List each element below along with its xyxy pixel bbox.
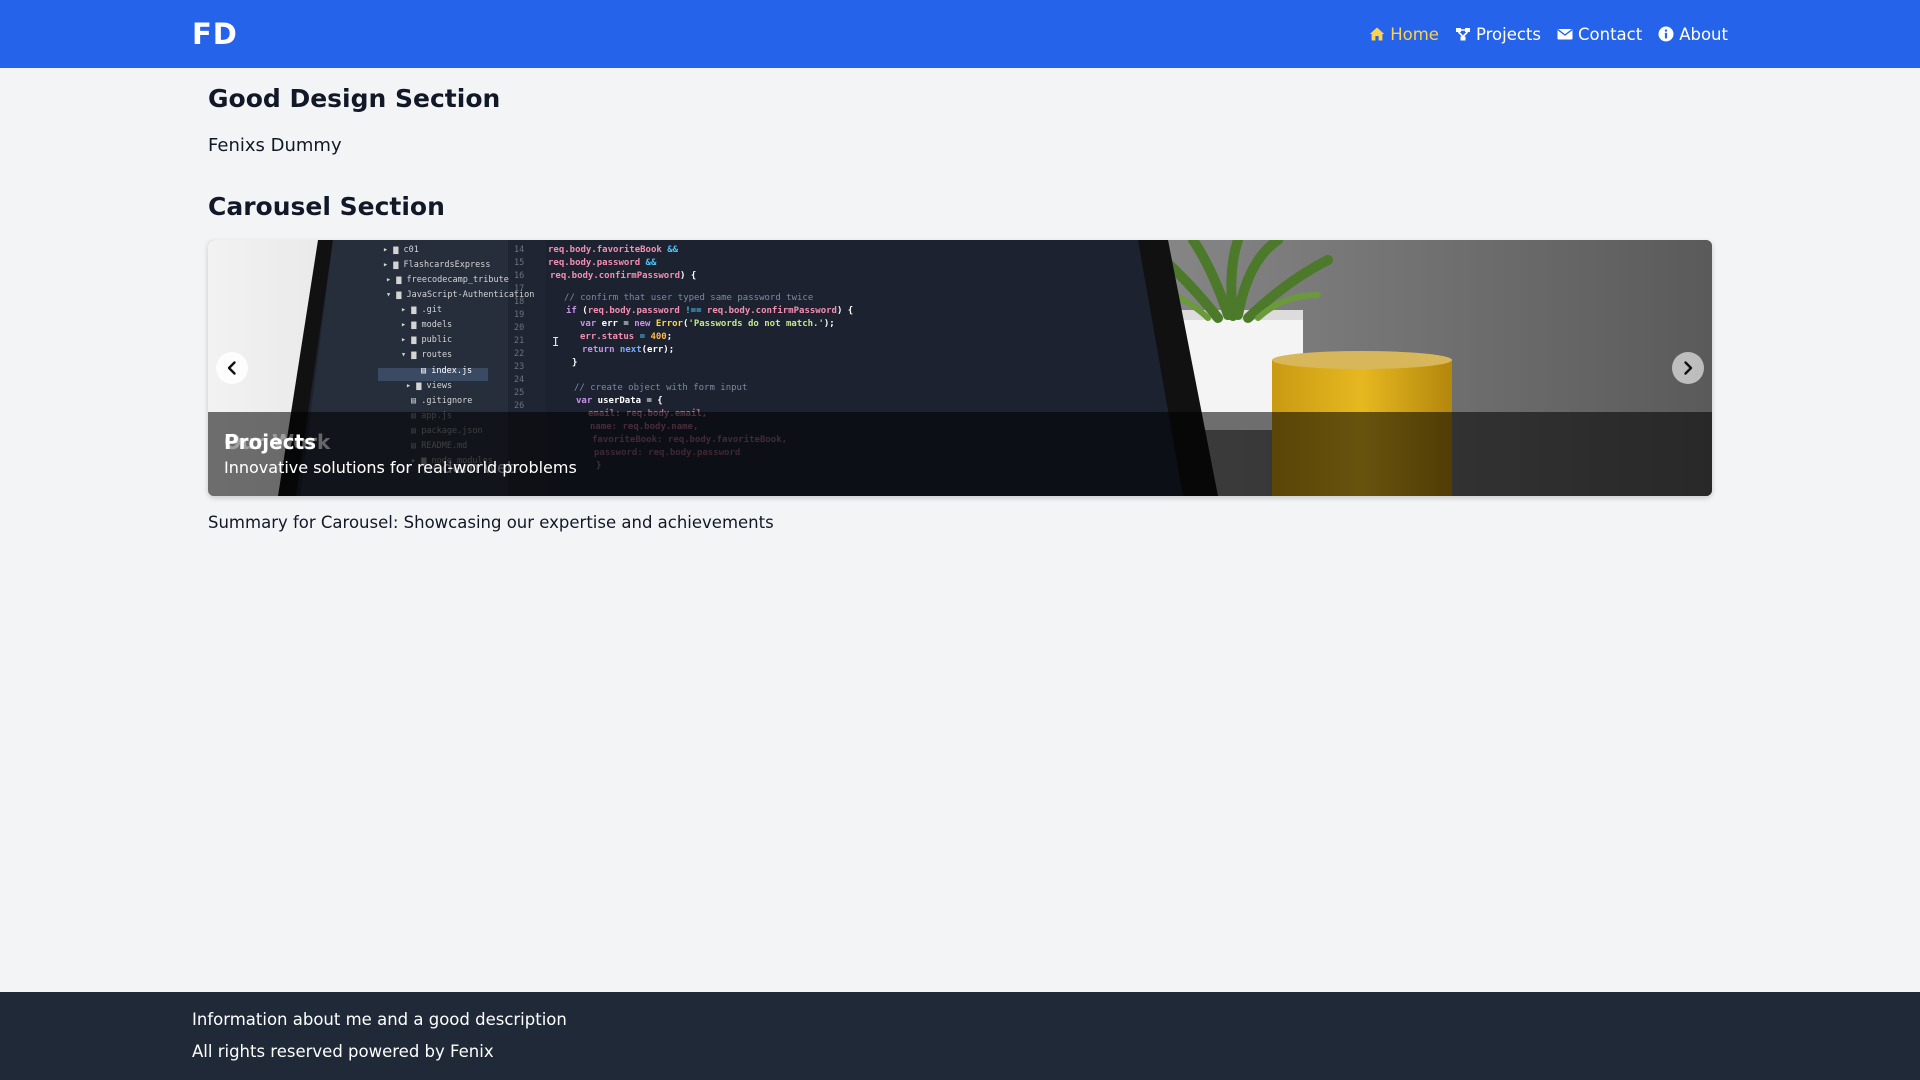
svg-text:22: 22 xyxy=(514,349,524,359)
svg-text:▤ index.js: ▤ index.js xyxy=(421,366,472,376)
footer: Information about me and a good descript… xyxy=(0,992,1920,1080)
svg-text:15: 15 xyxy=(514,258,524,268)
logo-link[interactable]: FD xyxy=(192,17,238,51)
svg-text:▸ ▆ views: ▸ ▆ views xyxy=(406,381,452,391)
footer-copyright: All rights reserved powered by Fenix xyxy=(192,1042,494,1061)
page: FD Home Projects Contact About Good Desi… xyxy=(0,0,1920,1080)
chevron-left-icon xyxy=(227,361,236,375)
section-subtitle: Fenixs Dummy xyxy=(208,135,342,156)
svg-text:▸ ▆ models: ▸ ▆ models xyxy=(401,320,452,330)
svg-text:14: 14 xyxy=(514,245,524,255)
nav-projects[interactable]: Projects xyxy=(1455,25,1541,44)
svg-text:17: 17 xyxy=(514,284,524,294)
svg-text:}: } xyxy=(572,358,577,368)
svg-text:I: I xyxy=(552,335,559,349)
section-title-carousel: Carousel Section xyxy=(208,192,445,221)
svg-text:▸ ▆ public: ▸ ▆ public xyxy=(401,335,452,345)
svg-text:25: 25 xyxy=(514,388,524,398)
top-navbar: FD Home Projects Contact About xyxy=(0,0,1920,68)
carousel-next-button[interactable] xyxy=(1672,352,1704,384)
svg-text:▾ ▆ JavaScript-Authentication: ▾ ▆ JavaScript-Authentication xyxy=(386,290,534,300)
svg-text:// confirm that user typed sam: // confirm that user typed same password… xyxy=(564,293,813,303)
svg-text:20: 20 xyxy=(514,323,524,333)
home-icon xyxy=(1370,27,1385,41)
svg-text:▸ ▆ c01: ▸ ▆ c01 xyxy=(383,245,419,255)
svg-text:▸ ▆ FlashcardsExpress: ▸ ▆ FlashcardsExpress xyxy=(383,260,490,270)
main-nav: Home Projects Contact About xyxy=(1369,25,1728,44)
footer-description: Information about me and a good descript… xyxy=(192,1010,567,1029)
svg-text:▤ .gitignore: ▤ .gitignore xyxy=(411,396,472,406)
svg-text:▸ ▆ freecodecamp_tribute: ▸ ▆ freecodecamp_tribute xyxy=(386,275,509,285)
svg-text:26: 26 xyxy=(514,401,524,411)
svg-text:return next(err);: return next(err); xyxy=(582,345,674,355)
svg-text:19: 19 xyxy=(514,310,524,320)
svg-text:if (req.body.password !== req.: if (req.body.password !== req.body.confi… xyxy=(566,305,853,316)
svg-text:21: 21 xyxy=(514,336,524,346)
carousel-summary: Summary for Carousel: Showcasing our exp… xyxy=(208,513,774,532)
carousel-caption: Our Work Innovative solutions for modern… xyxy=(208,412,1712,496)
svg-text:▾ ▆ routes: ▾ ▆ routes xyxy=(401,350,452,360)
info-circle-icon xyxy=(1658,26,1674,42)
svg-text:err.status = 400;: err.status = 400; xyxy=(580,332,672,342)
nav-contact[interactable]: Contact xyxy=(1557,25,1642,44)
svg-text:req.body.password &&: req.body.password && xyxy=(548,258,657,268)
svg-text:req.body.favoriteBook &&: req.body.favoriteBook && xyxy=(548,244,679,255)
svg-text:24: 24 xyxy=(514,375,524,385)
envelope-icon xyxy=(1557,29,1573,40)
svg-text:req.body.confirmPassword) {: req.body.confirmPassword) { xyxy=(550,270,696,281)
nav-about[interactable]: About xyxy=(1658,25,1728,44)
chevron-right-icon xyxy=(1684,361,1693,375)
carousel[interactable]: ▸ ▆ c01 ▸ ▆ FlashcardsExpress ▸ ▆ freeco… xyxy=(208,240,1712,496)
svg-text:18: 18 xyxy=(514,297,524,307)
nav-home-label: Home xyxy=(1390,24,1439,44)
nav-contact-label: Contact xyxy=(1578,24,1643,44)
svg-text:▸ ▆ .git: ▸ ▆ .git xyxy=(401,305,442,315)
sitemap-icon xyxy=(1455,28,1470,41)
svg-text:23: 23 xyxy=(514,362,524,372)
svg-text:var err = new Error('Passwords: var err = new Error('Passwords do not ma… xyxy=(580,319,835,329)
svg-text:16: 16 xyxy=(514,271,524,281)
section-title-good-design: Good Design Section xyxy=(208,84,501,113)
nav-projects-label: Projects xyxy=(1475,24,1541,44)
carousel-prev-button[interactable] xyxy=(216,352,248,384)
svg-text:// create object with form inp: // create object with form input xyxy=(574,383,747,393)
nav-home[interactable]: Home xyxy=(1369,25,1439,44)
svg-text:var userData = {: var userData = { xyxy=(576,396,663,406)
slide-text: Innovative solutions for real-world prob… xyxy=(224,458,577,477)
slide-title: Projects xyxy=(224,430,317,454)
nav-about-label: About xyxy=(1679,24,1728,44)
navbar-container: FD Home Projects Contact About xyxy=(192,0,1728,68)
